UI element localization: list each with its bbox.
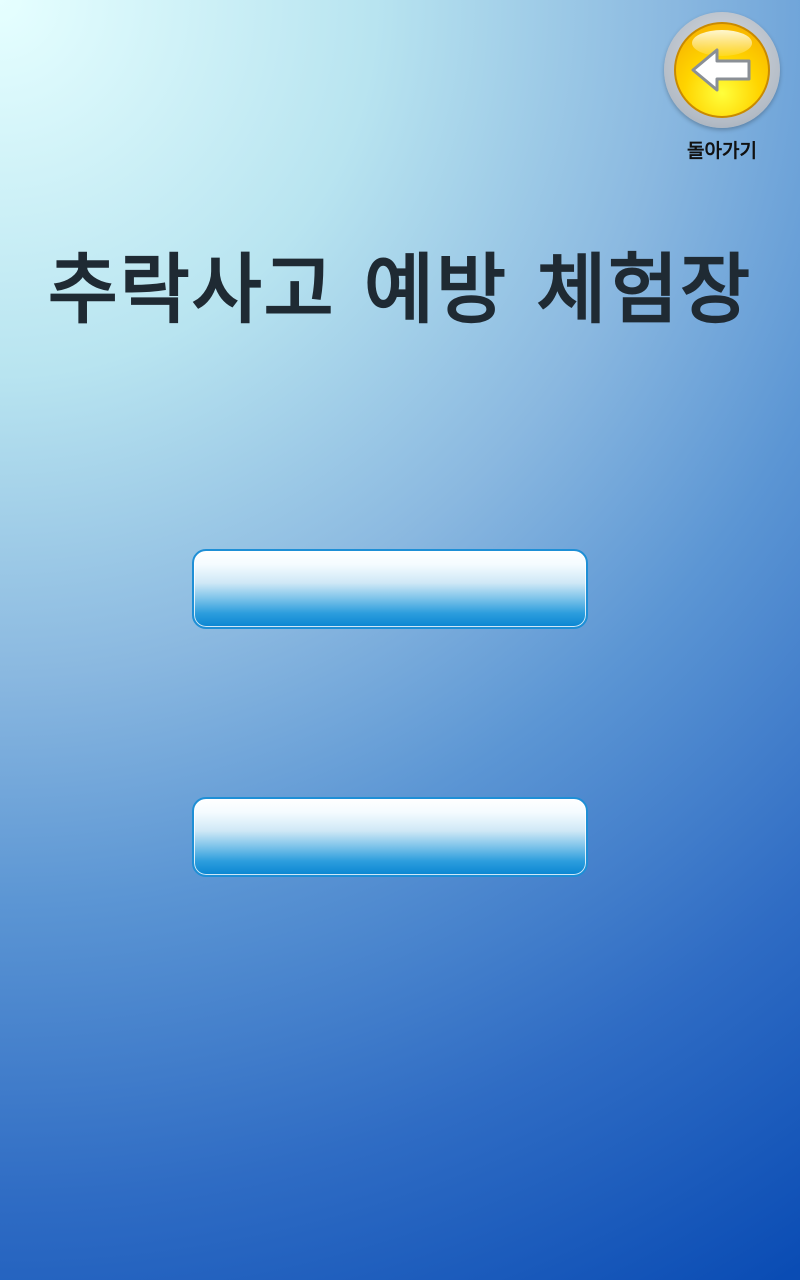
page-title: 추락사고 예방 체험장 (47, 245, 753, 334)
back-control[interactable]: 돌아가기 (662, 12, 782, 163)
back-button[interactable] (664, 12, 780, 128)
menu-button-2[interactable] (192, 797, 588, 877)
menu-button-1[interactable] (192, 549, 588, 629)
back-button-face[interactable] (674, 22, 770, 118)
back-label[interactable]: 돌아가기 (662, 136, 782, 163)
left-arrow-icon (691, 48, 751, 92)
